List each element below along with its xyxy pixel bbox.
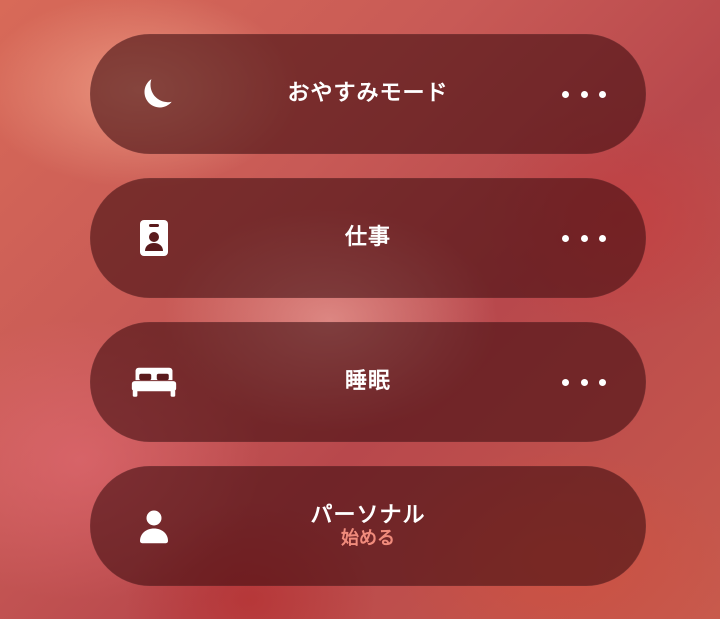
- bed-icon: [130, 358, 178, 406]
- ellipsis-icon: [599, 378, 606, 386]
- focus-tile-personal[interactable]: パーソナル 始める: [90, 466, 646, 586]
- ellipsis-icon: [580, 378, 588, 386]
- focus-label-group: 仕事: [200, 178, 536, 298]
- id-badge-icon: [130, 214, 178, 262]
- ellipsis-icon: [599, 90, 606, 98]
- ellipsis-icon: [562, 234, 569, 242]
- ellipsis-icon: [580, 234, 588, 242]
- focus-tile-sleep[interactable]: 睡眠: [90, 322, 646, 442]
- focus-tile-do-not-disturb[interactable]: おやすみモード: [90, 34, 646, 154]
- focus-mode-subtitle: 始める: [341, 528, 395, 549]
- ellipsis-icon: [562, 378, 569, 386]
- ellipsis-icon: [580, 90, 588, 98]
- focus-label-group: パーソナル 始める: [200, 466, 536, 586]
- moon-icon: [130, 70, 178, 118]
- focus-mode-title: パーソナル: [310, 503, 426, 528]
- more-options-button[interactable]: [562, 74, 606, 114]
- focus-mode-list: おやすみモード 仕事 睡眠 パーソナル 始める: [90, 34, 646, 586]
- ellipsis-icon: [562, 90, 569, 98]
- more-options-button[interactable]: [562, 218, 606, 258]
- person-icon: [130, 502, 178, 550]
- focus-mode-title: 仕事: [344, 225, 391, 250]
- focus-tile-work[interactable]: 仕事: [90, 178, 646, 298]
- focus-mode-title: 睡眠: [344, 369, 391, 394]
- ellipsis-icon: [599, 234, 606, 242]
- focus-label-group: 睡眠: [200, 322, 536, 442]
- more-options-button[interactable]: [562, 362, 606, 402]
- focus-mode-title: おやすみモード: [287, 81, 449, 106]
- focus-label-group: おやすみモード: [200, 34, 536, 154]
